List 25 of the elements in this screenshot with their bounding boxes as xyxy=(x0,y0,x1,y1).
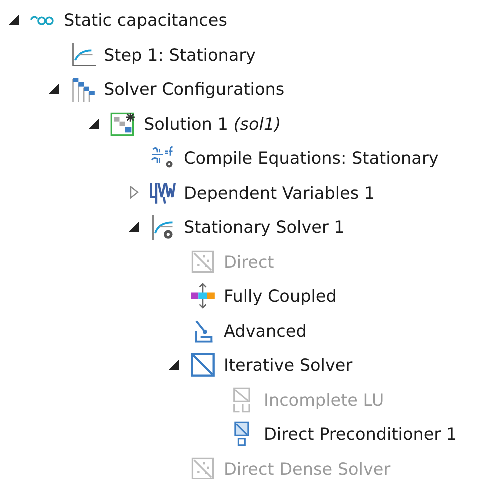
step-bars-icon xyxy=(70,76,96,102)
curve-graph-icon xyxy=(70,42,96,68)
tree-item-label[interactable]: Direct Preconditioner 1 xyxy=(264,424,458,444)
tree-item-label[interactable]: Stationary Solver 1 xyxy=(184,217,345,238)
matrix-icon xyxy=(190,456,216,479)
tree-item-label[interactable]: Step 1: Stationary xyxy=(104,44,256,65)
tree-item-label[interactable]: Dependent Variables 1 xyxy=(184,182,376,203)
collapse-arrow-icon[interactable] xyxy=(169,360,179,370)
tree-item-label[interactable]: Compile Equations: Stationary xyxy=(184,148,439,168)
collapse-arrow-icon[interactable] xyxy=(89,118,99,129)
expand-arrow-icon[interactable] xyxy=(130,186,138,200)
collapse-arrow-icon[interactable] xyxy=(9,15,19,26)
matrix-icon xyxy=(190,248,216,275)
solution-icon xyxy=(110,110,136,137)
collapse-arrow-icon[interactable] xyxy=(129,222,139,232)
tree-item-label[interactable]: Solver Configurations xyxy=(104,79,285,100)
solver-graph-icon xyxy=(150,214,176,240)
tree-item-label[interactable]: Advanced xyxy=(224,320,307,341)
diagonal-matrix-icon xyxy=(190,352,216,378)
tree-item-label[interactable]: Solution 1 (sol1) xyxy=(144,114,282,134)
collapse-arrow-icon[interactable] xyxy=(49,84,59,94)
tree-item-label[interactable]: Fully Coupled xyxy=(224,286,337,306)
tree-item-label[interactable]: Static capacitances xyxy=(64,10,228,30)
coupled-blocks-icon xyxy=(190,283,216,310)
tree-item-label[interactable]: Iterative Solver xyxy=(224,355,353,376)
